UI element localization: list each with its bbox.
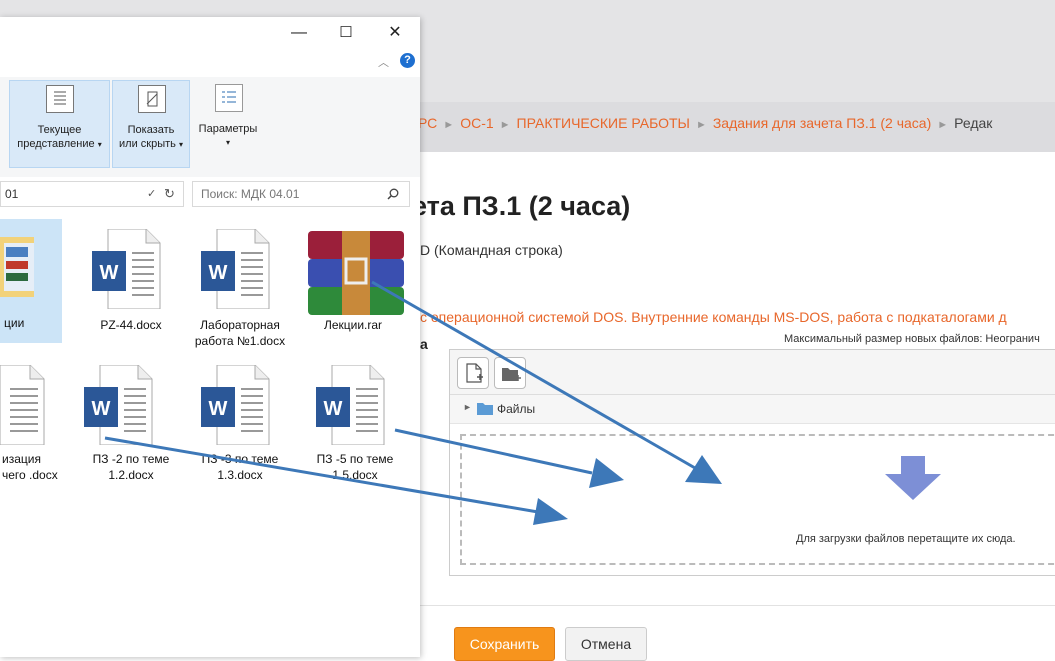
tree-expand-icon[interactable]: ► bbox=[463, 402, 472, 412]
folder-label: Файлы bbox=[497, 402, 536, 416]
save-button[interactable]: Сохранить bbox=[454, 627, 555, 661]
rar-archive-icon bbox=[308, 231, 404, 315]
add-file-icon bbox=[466, 363, 483, 383]
file-picker-toolbar bbox=[450, 350, 1055, 395]
breadcrumb-item-practical[interactable]: ПРАКТИЧЕСКИЕ РАБОТЫ bbox=[517, 115, 690, 131]
file-field-label: а bbox=[420, 336, 428, 352]
address-dropdown-icon[interactable]: ✓ bbox=[147, 182, 156, 206]
show-hide-label-1: Показать bbox=[127, 124, 175, 136]
breadcrumb-separator-icon: ► bbox=[499, 119, 511, 131]
current-view-button[interactable]: Текущее представление ▾ bbox=[9, 80, 110, 168]
svg-text:W: W bbox=[209, 398, 228, 420]
word-document-icon: W bbox=[316, 365, 385, 445]
options-button[interactable]: Параметры ▾ bbox=[192, 80, 264, 166]
breadcrumb-item-assignment[interactable]: Задания для зачета ПЗ.1 (2 часа) bbox=[713, 115, 931, 131]
minimize-button[interactable]: — bbox=[276, 19, 322, 47]
drop-zone[interactable]: Для загрузки файлов перетащите их сюда. bbox=[460, 434, 1055, 565]
file-tree-row[interactable]: ► Файлы bbox=[450, 395, 1055, 424]
search-box[interactable]: Поиск: МДК 04.01 bbox=[192, 181, 410, 207]
file-name: Лабораторная работа №1.docx bbox=[194, 318, 286, 348]
ribbon-header: ︿ ? bbox=[0, 49, 420, 77]
show-hide-button[interactable]: Показать или скрыть ▾ bbox=[112, 80, 190, 168]
ribbon: Текущее представление ▾ Показать или скр… bbox=[0, 77, 420, 178]
word-document-icon: W bbox=[201, 229, 270, 309]
svg-text:W: W bbox=[100, 262, 119, 284]
address-text: 01 bbox=[5, 187, 19, 201]
current-view-label-1: Текущее bbox=[37, 124, 82, 136]
address-row: 01 ✓ ↻ Поиск: МДК 04.01 bbox=[0, 177, 420, 211]
create-folder-icon bbox=[502, 368, 521, 381]
file-name: ции bbox=[4, 316, 25, 330]
file-name: Лекции.rar bbox=[323, 318, 383, 332]
file-name: ПЗ -3 по теме 1.3.docx bbox=[201, 452, 279, 482]
file-name: PZ-44.docx bbox=[100, 318, 162, 332]
close-button[interactable]: ✕ bbox=[372, 19, 418, 47]
dropdown-arrow-icon: ▾ bbox=[178, 140, 183, 149]
svg-text:W: W bbox=[92, 398, 111, 420]
file-name: ПЗ -5 по теме 1.5.docx bbox=[316, 452, 394, 482]
folder-icon bbox=[477, 403, 493, 415]
view-layout-icon bbox=[46, 85, 74, 113]
assignment-subtitle: D (Командная строка) bbox=[420, 242, 563, 258]
options-icon bbox=[215, 84, 243, 112]
maximize-button[interactable]: ☐ bbox=[323, 19, 369, 47]
current-view-label-2: представление bbox=[17, 138, 95, 150]
word-document-icon bbox=[0, 365, 45, 445]
breadcrumb-item-edit: Редак bbox=[954, 115, 993, 131]
cancel-button[interactable]: Отмена bbox=[565, 627, 647, 661]
file-item-presentations[interactable]: ции bbox=[0, 219, 62, 343]
breadcrumb-separator-icon: ► bbox=[937, 119, 949, 131]
file-list: ции W PZ-44.docx W Лабораторная работа №… bbox=[0, 211, 420, 657]
word-document-icon: W bbox=[84, 365, 153, 445]
dropdown-arrow-icon: ▾ bbox=[97, 140, 102, 149]
add-file-button[interactable] bbox=[457, 357, 489, 389]
max-file-size-text: Максимальный размер новых файлов: Неогра… bbox=[784, 333, 1040, 345]
collapse-ribbon-icon[interactable]: ︿ bbox=[378, 54, 389, 70]
refresh-icon[interactable]: ↻ bbox=[164, 182, 175, 206]
breadcrumb: РС ► ОС-1 ► ПРАКТИЧЕСКИЕ РАБОТЫ ► Задания для … bbox=[418, 115, 992, 131]
svg-text:W: W bbox=[324, 398, 343, 420]
options-label: Параметры bbox=[198, 123, 258, 135]
folder-thumbnail-icon bbox=[0, 237, 34, 297]
breadcrumb-separator-icon: ► bbox=[443, 119, 455, 131]
file-explorer-window: — ☐ ✕ ︿ ? Текущее представление ▾ Показа… bbox=[0, 17, 420, 657]
word-document-icon: W bbox=[92, 229, 161, 309]
file-picker: ► Файлы Для загрузки файлов перетащите и… bbox=[449, 349, 1055, 576]
search-placeholder: Поиск: МДК 04.01 bbox=[201, 187, 300, 201]
title-bar: — ☐ ✕ bbox=[0, 17, 420, 49]
word-document-icon: W bbox=[201, 365, 270, 445]
file-name: изация чего .docx bbox=[2, 452, 58, 482]
create-folder-button[interactable] bbox=[494, 357, 526, 389]
task-description-link[interactable]: с операционной системой DOS. Внутренние … bbox=[420, 309, 1007, 325]
breadcrumb-item-os1[interactable]: ОС-1 bbox=[460, 115, 493, 131]
page-title: ета ПЗ.1 (2 часа) bbox=[412, 191, 631, 221]
form-divider bbox=[420, 605, 1055, 606]
address-bar[interactable]: 01 ✓ ↻ bbox=[0, 181, 184, 207]
drop-zone-text: Для загрузки файлов перетащите их сюда. bbox=[796, 533, 1016, 545]
drop-arrow-icon bbox=[885, 456, 941, 500]
dropdown-arrow-icon: ▾ bbox=[225, 138, 230, 147]
svg-text:W: W bbox=[209, 262, 228, 284]
file-name: ПЗ -2 по теме 1.2.docx bbox=[92, 452, 170, 482]
breadcrumb-separator-icon: ► bbox=[695, 119, 707, 131]
show-hide-label-2: или скрыть bbox=[119, 138, 176, 150]
help-icon[interactable]: ? bbox=[400, 53, 415, 68]
show-hide-icon bbox=[138, 85, 166, 113]
breadcrumb-item-course[interactable]: РС bbox=[418, 115, 437, 131]
search-icon[interactable] bbox=[387, 188, 399, 200]
